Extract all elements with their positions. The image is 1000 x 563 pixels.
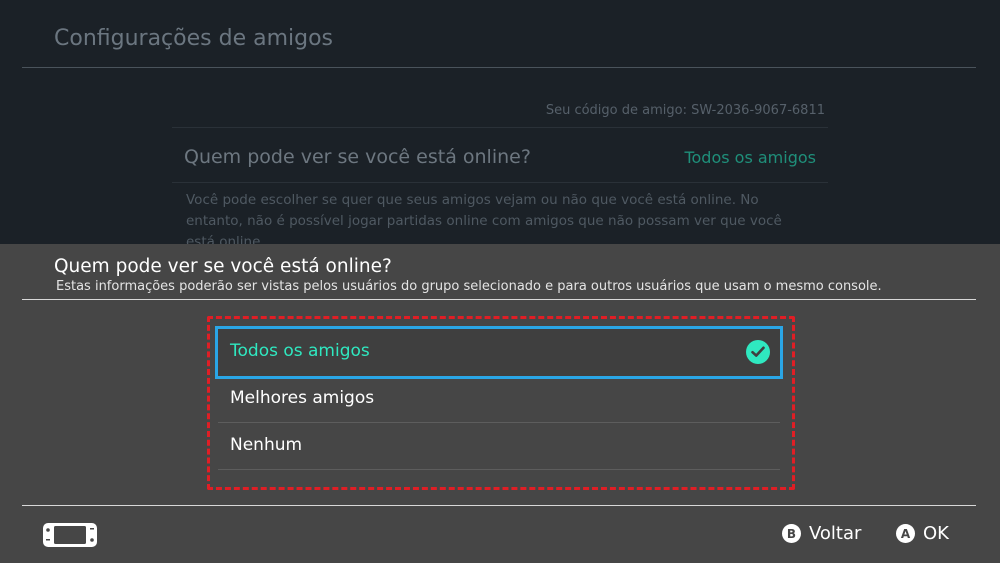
page-title: Configurações de amigos: [54, 26, 334, 51]
back-label: Voltar: [809, 523, 862, 544]
setting-row-divider: [172, 127, 828, 128]
ok-button[interactable]: A OK: [896, 523, 949, 544]
footer-divider: [22, 505, 976, 506]
setting-question: Quem pode ver se você está online?: [184, 146, 531, 168]
title-divider: [22, 67, 976, 68]
background-settings-screen: Configurações de amigos Seu código de am…: [0, 0, 1000, 250]
option-nenhum[interactable]: Nenhum: [218, 423, 780, 470]
setting-row-divider: [172, 182, 828, 183]
option-label: Nenhum: [230, 435, 303, 455]
option-todos-os-amigos[interactable]: Todos os amigos: [215, 326, 783, 379]
checkmark-icon: [746, 340, 770, 364]
friend-code: Seu código de amigo: SW-2036-9067-6811: [545, 103, 825, 118]
sheet-divider: [22, 299, 976, 300]
b-button-icon: B: [782, 524, 801, 543]
option-melhores-amigos[interactable]: Melhores amigos: [218, 376, 780, 423]
option-label: Todos os amigos: [230, 341, 370, 361]
sheet-title: Quem pode ver se você está online?: [54, 256, 392, 277]
back-button[interactable]: B Voltar: [782, 523, 861, 544]
options-list: Todos os amigos Melhores amigos Nenhum: [215, 326, 783, 470]
ok-label: OK: [923, 523, 949, 544]
selection-sheet: Quem pode ver se você está online? Estas…: [0, 244, 1000, 563]
sheet-subtitle: Estas informações poderão ser vistas pel…: [56, 279, 882, 294]
setting-current-value: Todos os amigos: [684, 148, 816, 167]
handheld-console-icon: [42, 522, 98, 552]
a-button-icon: A: [896, 524, 915, 543]
option-label: Melhores amigos: [230, 388, 375, 408]
